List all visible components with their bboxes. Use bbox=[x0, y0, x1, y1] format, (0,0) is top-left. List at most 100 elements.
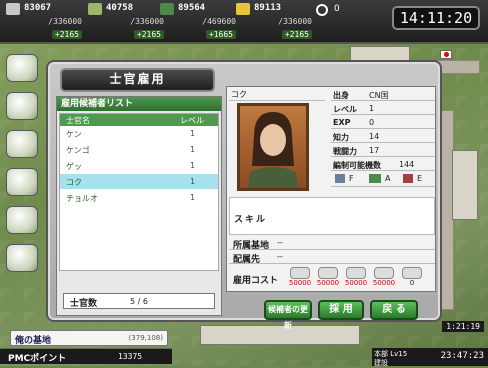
candidate-name: コク bbox=[66, 178, 82, 187]
resource-value: 89564 bbox=[178, 3, 206, 13]
build-label: 建設 bbox=[374, 359, 388, 367]
resource-max: /336000 bbox=[278, 17, 312, 26]
extra-counter: 0 bbox=[334, 4, 340, 14]
candidate-name: ゲッ bbox=[66, 162, 82, 171]
menu-button-build[interactable] bbox=[6, 92, 38, 120]
home-base-label: 所属基地 bbox=[233, 241, 270, 251]
resource-value: 40758 bbox=[106, 3, 134, 13]
officer-count-label: 士官数 bbox=[70, 299, 98, 309]
rifle-icon bbox=[335, 174, 345, 183]
resource-max: /469600 bbox=[202, 17, 236, 26]
stat-value: 17 bbox=[369, 146, 380, 155]
map-building[interactable] bbox=[452, 150, 478, 220]
vehicle-icon bbox=[369, 174, 381, 183]
base-selector[interactable]: 俺の基地 (379,108) bbox=[10, 330, 168, 346]
hire-cost-label: 雇用コスト bbox=[233, 276, 279, 286]
side-menu bbox=[0, 44, 46, 294]
build-time: 23:47:23 bbox=[440, 351, 484, 361]
candidate-level: 1 bbox=[190, 129, 196, 138]
build-status: 本部 Lv15 建設 23:47:23 bbox=[372, 348, 488, 367]
stat-key: レベル bbox=[333, 105, 357, 114]
home-base-value: -- bbox=[277, 238, 283, 247]
base-name: 俺の基地 bbox=[15, 336, 52, 346]
candidate-row-selected[interactable]: コク 1 bbox=[60, 174, 218, 190]
pmc-value: 13375 bbox=[118, 352, 143, 361]
hire-button[interactable]: 採 用 bbox=[318, 300, 364, 320]
resource-increase: +2165 bbox=[281, 30, 312, 39]
stat-value: 1 bbox=[369, 104, 375, 113]
officer-name: コク bbox=[229, 89, 325, 101]
resource-ammo: 40758 /336000 +2165 bbox=[88, 2, 164, 42]
stat-value: 0 bbox=[369, 118, 375, 127]
home-base-row: 所属基地 -- bbox=[229, 237, 435, 251]
ammo-icon bbox=[88, 3, 102, 15]
dialog-title: 士官雇用 bbox=[60, 68, 215, 92]
stat-intelligence: 知力 14 bbox=[331, 131, 435, 143]
stat-key: 編制可能機数 bbox=[333, 161, 381, 170]
resource-fuel: 83067 /336000 +2165 bbox=[6, 2, 82, 42]
assignment-row: 配属先 -- bbox=[229, 251, 435, 265]
menu-button-mail[interactable] bbox=[6, 130, 38, 158]
ring-icon bbox=[402, 267, 422, 279]
candidate-name: ケン bbox=[66, 130, 82, 139]
cost-ring: 0 bbox=[399, 267, 425, 291]
menu-button-map[interactable] bbox=[6, 54, 38, 82]
candidate-list-header: 雇用候補者リスト bbox=[57, 97, 221, 111]
candidate-level: 1 bbox=[190, 145, 196, 154]
menu-button-list[interactable] bbox=[6, 206, 38, 234]
skill-label: スキル bbox=[234, 215, 268, 225]
back-button[interactable]: 戻 る bbox=[370, 300, 418, 320]
candidate-level: 1 bbox=[190, 193, 196, 202]
stat-key: 戦闘力 bbox=[333, 147, 357, 156]
candidate-row[interactable]: ケンゴ 1 bbox=[60, 142, 218, 158]
officer-count: 士官数 5 / 6 bbox=[63, 293, 215, 309]
stat-value: CN国 bbox=[369, 91, 389, 100]
candidate-level: 1 bbox=[190, 161, 196, 170]
cost-value: 0 bbox=[409, 279, 415, 287]
resource-max: /336000 bbox=[48, 17, 82, 26]
stat-unit-capacity: 編制可能機数 144 bbox=[331, 159, 435, 171]
stat-origin: 出身 CN国 bbox=[331, 89, 435, 101]
fuel-icon bbox=[6, 3, 20, 15]
stat-key: 出身 bbox=[333, 91, 349, 100]
stat-level: レベル 1 bbox=[331, 103, 435, 115]
resource-max: /336000 bbox=[130, 17, 164, 26]
cost-value: 50000 bbox=[344, 279, 368, 287]
ring-icon bbox=[316, 4, 328, 16]
officer-hire-dialog: 士官雇用 雇用候補者リスト 士官名 レベル ケン 1 ケンゴ 1 ゲッ 1 コク… bbox=[46, 60, 442, 330]
column-level: レベル bbox=[180, 116, 204, 125]
column-name: 士官名 bbox=[66, 116, 90, 125]
cost-ammo: 50000 bbox=[315, 267, 341, 291]
resource-men: 89564 /469600 +1665 bbox=[160, 2, 236, 42]
officer-detail-panel: コク 出身 CN国 レベル 1 EXP 0 知力 14 戦闘力 17 編制可能機… bbox=[226, 86, 436, 292]
resource-increase: +2165 bbox=[51, 30, 82, 39]
stat-exp: EXP 0 bbox=[331, 117, 435, 129]
cost-value: 50000 bbox=[372, 279, 396, 287]
fuel-icon bbox=[290, 267, 310, 279]
ammo-icon bbox=[318, 267, 338, 279]
refresh-candidates-button[interactable]: 候補者の更新 bbox=[264, 300, 312, 330]
cost-value: 50000 bbox=[288, 279, 312, 287]
candidate-panel: 雇用候補者リスト 士官名 レベル ケン 1 ケンゴ 1 ゲッ 1 コク 1 チョ… bbox=[56, 96, 222, 316]
stat-ranks: F A E bbox=[331, 173, 435, 187]
stat-combat: 戦闘力 17 bbox=[331, 145, 435, 157]
stat-value: 14 bbox=[369, 132, 380, 141]
resource-value: 89113 bbox=[254, 3, 282, 13]
candidate-list-columns: 士官名 レベル bbox=[60, 114, 218, 126]
candidate-row[interactable]: ケン 1 bbox=[60, 126, 218, 142]
candidate-row[interactable]: ゲッ 1 bbox=[60, 158, 218, 174]
portrait-image bbox=[248, 112, 298, 188]
candidate-row[interactable]: チョルオ 1 bbox=[60, 190, 218, 206]
resource-bar: 83067 /336000 +2165 40758 /336000 +2165 … bbox=[0, 0, 488, 44]
rank-grade: A bbox=[385, 174, 391, 183]
candidate-list: 士官名 レベル ケン 1 ケンゴ 1 ゲッ 1 コク 1 チョルオ 1 bbox=[59, 113, 219, 271]
officer-portrait bbox=[237, 103, 309, 191]
bottom-bar: 俺の基地 (379,108) PMCポイント 13375 本部 Lv15 建設 … bbox=[0, 326, 488, 367]
menu-button-exit[interactable] bbox=[6, 244, 38, 272]
gold-icon bbox=[374, 267, 394, 279]
menu-button-shop[interactable] bbox=[6, 168, 38, 196]
stat-key: EXP bbox=[333, 118, 351, 127]
game-clock: 14:11:20 bbox=[392, 6, 480, 30]
rank-grade: F bbox=[349, 174, 354, 183]
pmc-label: PMCポイント bbox=[8, 354, 67, 364]
